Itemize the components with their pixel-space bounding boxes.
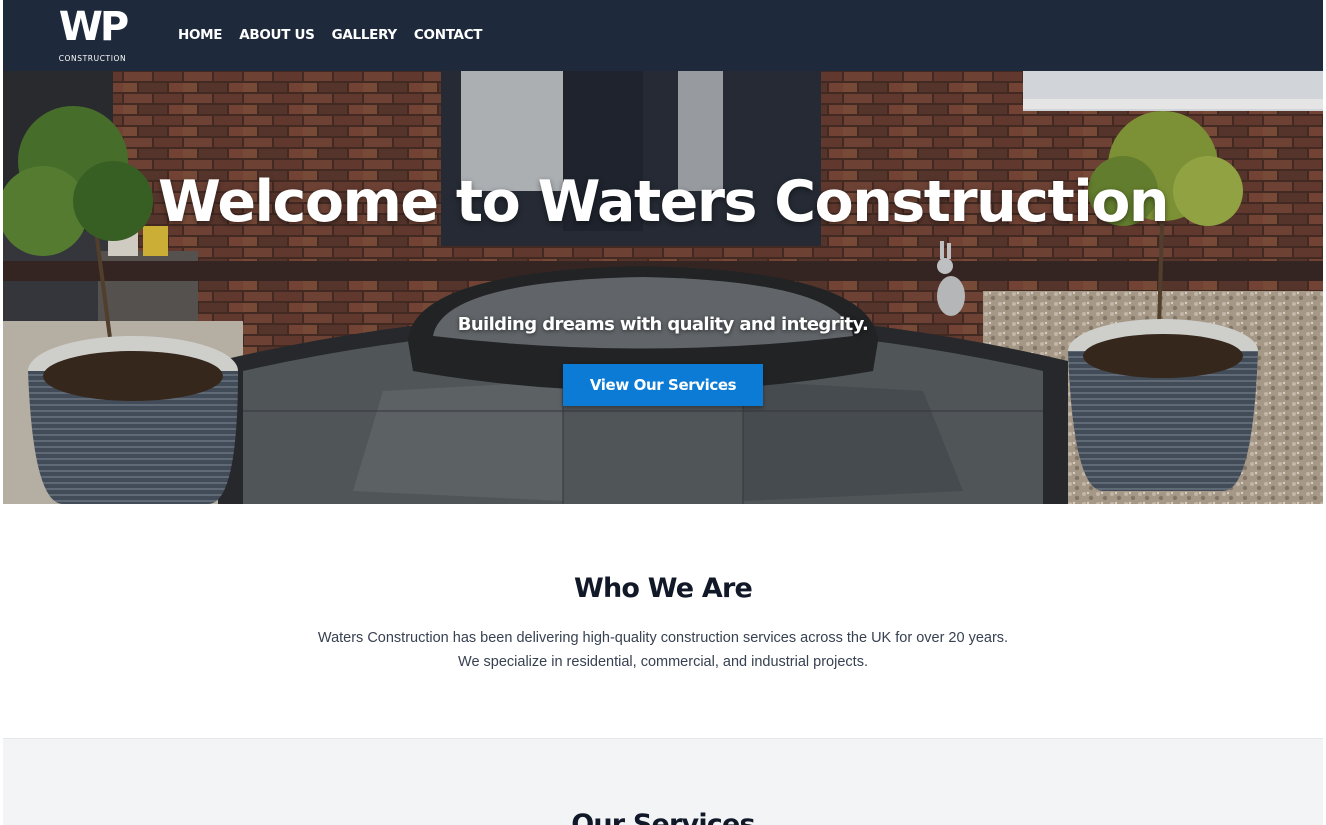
hero-section: Welcome to Waters Construction Building … — [3, 71, 1323, 504]
nav-about-us[interactable]: ABOUT US — [239, 27, 315, 43]
logo-mark: WP — [58, 3, 129, 50]
about-text: Waters Construction has been delivering … — [317, 630, 1009, 670]
hero-title-text: Welcome to Waters Construction — [158, 169, 1169, 235]
nav-home[interactable]: HOME — [178, 27, 223, 43]
hero-subtitle: Building dreams with quality and integri… — [457, 314, 869, 335]
about-title: Who We Are — [573, 573, 753, 604]
nav-contact[interactable]: CONTACT — [414, 27, 483, 43]
logo-subtitle: CONSTRUCTION — [58, 53, 127, 63]
about-section: Who We Are Waters Construction has been … — [0, 504, 1326, 738]
services-title: Our Services — [571, 809, 755, 825]
brand-logo[interactable]: WP CONSTRUCTION — [45, 5, 140, 67]
services-section: Our Services — [3, 738, 1323, 825]
main-nav: HOME ABOUT US GALLERY CONTACT — [178, 27, 483, 43]
nav-gallery[interactable]: GALLERY — [332, 27, 398, 43]
top-navbar: WP CONSTRUCTION HOME ABOUT US GALLERY CO… — [3, 0, 1323, 71]
view-services-button[interactable]: View Our Services — [563, 364, 763, 406]
hero-title: Welcome to Waters Construction — [3, 171, 1323, 233]
hero-overlay — [3, 71, 1323, 504]
